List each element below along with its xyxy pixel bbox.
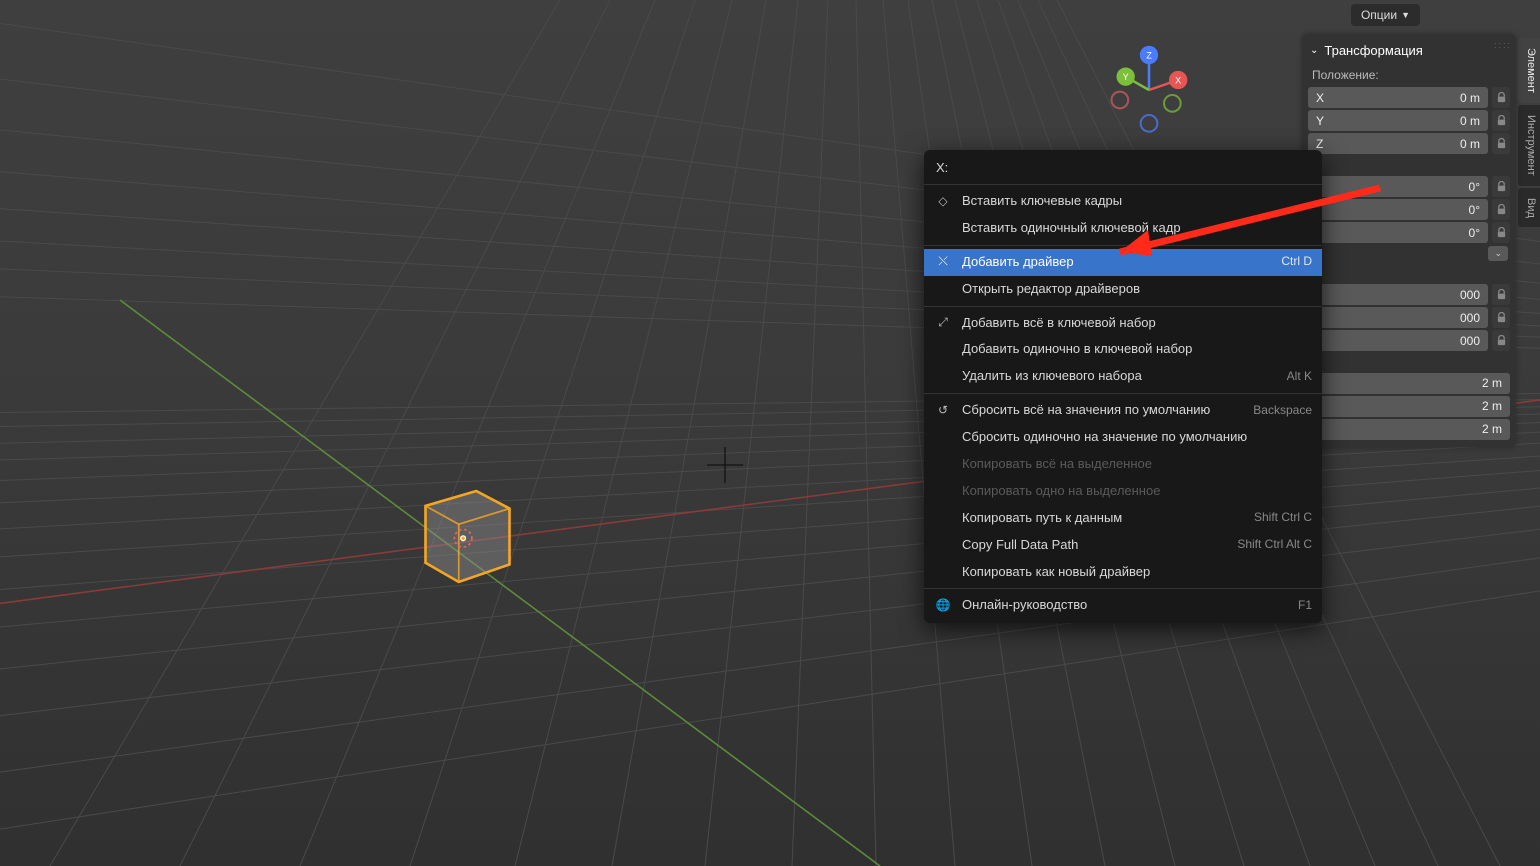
lock-icon[interactable] bbox=[1492, 133, 1510, 154]
context-menu-title: X: bbox=[924, 154, 1322, 181]
menu-item-label: Добавить одиночно в ключевой набор bbox=[962, 341, 1302, 358]
dimension-z-field[interactable]: 2 m bbox=[1308, 419, 1510, 440]
menu-item-label: Онлайн-руководство bbox=[962, 597, 1288, 614]
context-menu: X: ◇ Вставить ключевые кадры Вставить один… bbox=[924, 150, 1322, 623]
menu-item[interactable]: 🌐 Онлайн-руководство F1 bbox=[924, 592, 1322, 619]
menu-item-label: Добавить всё в ключевой набор bbox=[962, 315, 1302, 332]
transform-panel: :::: ⌄ Трансформация Положение: X0 m Y0 … bbox=[1302, 34, 1516, 447]
menu-item-label: Удалить из ключевого набора bbox=[962, 368, 1277, 385]
menu-separator bbox=[924, 184, 1322, 185]
scale-z-field[interactable]: 000 bbox=[1308, 330, 1488, 351]
reset-icon: ↺ bbox=[934, 403, 952, 419]
options-label: Опции bbox=[1361, 8, 1397, 22]
menu-item-shortcut: Shift Ctrl Alt C bbox=[1237, 537, 1312, 553]
default-cube[interactable] bbox=[415, 484, 520, 589]
menu-item[interactable]: ⤬ Добавить драйвер Ctrl D bbox=[924, 249, 1322, 276]
menu-item[interactable]: Открыть редактор драйверов bbox=[924, 276, 1322, 303]
lock-icon[interactable] bbox=[1492, 110, 1510, 131]
scale-x-field[interactable]: 000 bbox=[1308, 284, 1488, 305]
chevron-down-icon: ⌄ bbox=[1310, 45, 1318, 56]
lock-icon[interactable] bbox=[1492, 222, 1510, 243]
tab-tool[interactable]: Инструмент bbox=[1518, 105, 1540, 186]
menu-item[interactable]: ↺ Сбросить всё на значения по умолчанию Ba… bbox=[924, 397, 1322, 424]
menu-item-shortcut: Shift Ctrl C bbox=[1254, 510, 1312, 526]
location-z-field[interactable]: Z0 m bbox=[1308, 133, 1488, 154]
menu-item-label: Copy Full Data Path bbox=[962, 537, 1227, 554]
location-y-field[interactable]: Y0 m bbox=[1308, 110, 1488, 131]
menu-item[interactable]: Copy Full Data Path Shift Ctrl Alt C bbox=[924, 532, 1322, 559]
lock-icon[interactable] bbox=[1492, 176, 1510, 197]
menu-item[interactable]: Сбросить одиночно на значение по умолчан… bbox=[924, 424, 1322, 451]
menu-separator bbox=[924, 306, 1322, 307]
menu-item-label: Вставить одиночный ключевой кадр bbox=[962, 220, 1302, 237]
position-label: Положение: bbox=[1306, 66, 1512, 86]
menu-item-label: Копировать как новый драйвер bbox=[962, 564, 1302, 581]
menu-item: Копировать всё на выделенное bbox=[924, 451, 1322, 478]
menu-item-shortcut: Backspace bbox=[1253, 403, 1312, 419]
menu-item[interactable]: Копировать путь к данным Shift Ctrl C bbox=[924, 505, 1322, 532]
menu-item-label: Копировать путь к данным bbox=[962, 510, 1244, 527]
menu-item[interactable]: Удалить из ключевого набора Alt K bbox=[924, 363, 1322, 390]
menu-item-shortcut: F1 bbox=[1298, 598, 1312, 614]
globe-icon: 🌐 bbox=[934, 598, 952, 614]
menu-item[interactable]: Вставить одиночный ключевой кадр bbox=[924, 215, 1322, 242]
panel-header[interactable]: ⌄ Трансформация bbox=[1306, 40, 1512, 66]
menu-item-label: Копировать всё на выделенное bbox=[962, 456, 1302, 473]
menu-item-label: Сбросить одиночно на значение по умолчан… bbox=[962, 429, 1302, 446]
key-icon: ◇ bbox=[934, 194, 952, 210]
tab-view[interactable]: Вид bbox=[1518, 188, 1540, 228]
menu-item[interactable]: ◇ Вставить ключевые кадры bbox=[924, 188, 1322, 215]
menu-item: Копировать одно на выделенное bbox=[924, 478, 1322, 505]
menu-item-label: Открыть редактор драйверов bbox=[962, 281, 1302, 298]
dimension-x-field[interactable]: 2 m bbox=[1308, 373, 1510, 394]
npanel-tabs: Элемент Инструмент Вид bbox=[1518, 38, 1540, 227]
menu-item-label: Вставить ключевые кадры bbox=[962, 193, 1302, 210]
gizmo-y-label: Y bbox=[1123, 72, 1129, 82]
rotation-x-field[interactable]: 0° bbox=[1308, 176, 1488, 197]
panel-drag-icon[interactable]: :::: bbox=[1494, 40, 1512, 50]
panel-title: Трансформация bbox=[1324, 43, 1422, 58]
scale-y-field[interactable]: 000 bbox=[1308, 307, 1488, 328]
lock-icon[interactable] bbox=[1492, 307, 1510, 328]
keyset-icon: ⤢ bbox=[934, 315, 952, 331]
rotation-mode-dropdown[interactable]: ⌄ bbox=[1488, 246, 1508, 261]
rotation-z-field[interactable]: 0° bbox=[1308, 222, 1488, 243]
lock-icon[interactable] bbox=[1492, 87, 1510, 108]
menu-item-label: Сбросить всё на значения по умолчанию bbox=[962, 402, 1243, 419]
menu-item-label: Копировать одно на выделенное bbox=[962, 483, 1302, 500]
tab-item[interactable]: Элемент bbox=[1518, 38, 1540, 103]
menu-item[interactable]: Копировать как новый драйвер bbox=[924, 559, 1322, 586]
options-dropdown[interactable]: Опции ▼ bbox=[1351, 4, 1420, 26]
menu-item[interactable]: Добавить одиночно в ключевой набор bbox=[924, 336, 1322, 363]
menu-separator bbox=[924, 245, 1322, 246]
gizmo-x-label: X bbox=[1175, 75, 1181, 85]
rotation-y-field[interactable]: 0° bbox=[1308, 199, 1488, 220]
lock-icon[interactable] bbox=[1492, 199, 1510, 220]
menu-item-shortcut: Alt K bbox=[1287, 369, 1312, 385]
location-x-field[interactable]: X0 m bbox=[1308, 87, 1488, 108]
nav-gizmo[interactable]: Z X Y bbox=[1099, 40, 1199, 140]
menu-item[interactable]: ⤢ Добавить всё в ключевой набор bbox=[924, 310, 1322, 337]
menu-separator bbox=[924, 588, 1322, 589]
gizmo-z-label: Z bbox=[1146, 50, 1152, 60]
menu-item-label: Добавить драйвер bbox=[962, 254, 1271, 271]
driver-icon: ⤬ bbox=[934, 254, 952, 270]
lock-icon[interactable] bbox=[1492, 330, 1510, 351]
menu-item-shortcut: Ctrl D bbox=[1281, 254, 1312, 270]
lock-icon[interactable] bbox=[1492, 284, 1510, 305]
chevron-down-icon: ▼ bbox=[1401, 10, 1410, 20]
menu-separator bbox=[924, 393, 1322, 394]
dimension-y-field[interactable]: 2 m bbox=[1308, 396, 1510, 417]
